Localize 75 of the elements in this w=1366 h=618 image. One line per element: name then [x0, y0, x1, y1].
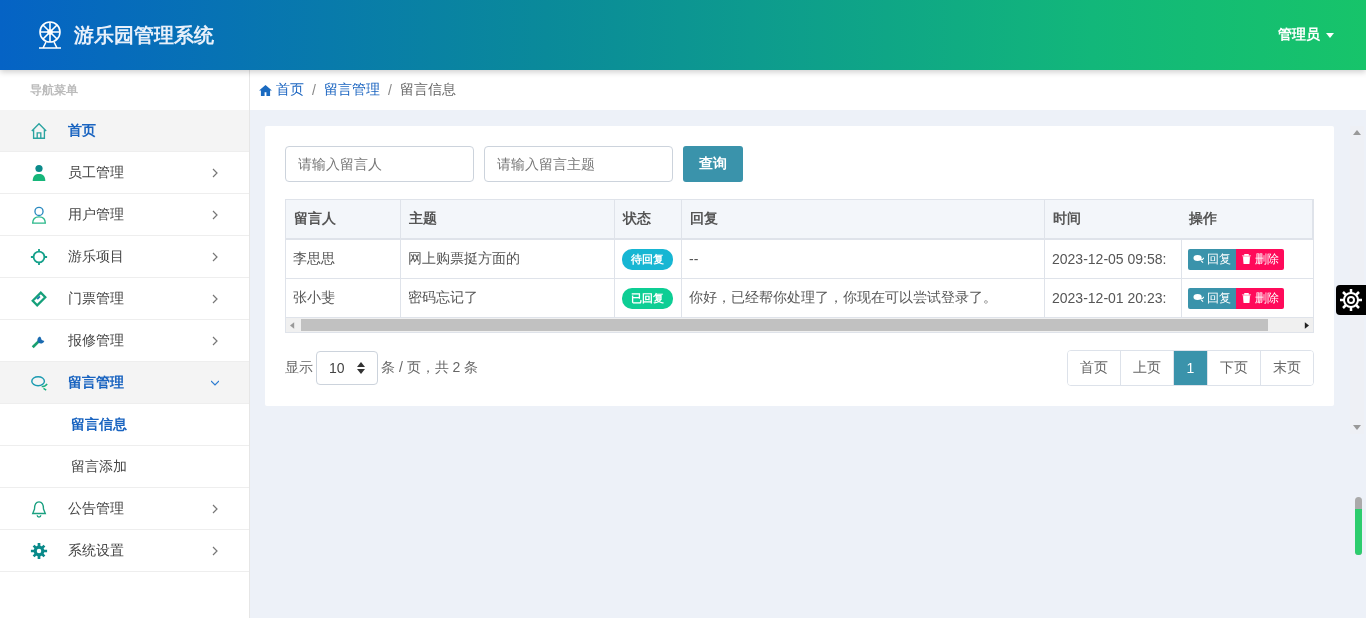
chevron-right-icon [211, 208, 219, 221]
home-icon [259, 84, 272, 96]
pagination-button[interactable]: 1 [1173, 351, 1207, 385]
table-cell: -- [681, 239, 1045, 279]
sidebar-heading: 导航菜单 [29, 82, 79, 99]
sort-arrows-icon [357, 362, 365, 374]
chat-icon [1192, 293, 1204, 303]
caret-icon [1326, 32, 1334, 38]
user-icon [30, 205, 48, 224]
scroll-up-icon [1353, 130, 1361, 135]
chevron-right-icon [211, 292, 219, 305]
table-cell: 你好，已经帮你处理了，你现在可以尝试登录了。 [681, 278, 1045, 318]
column-header: 操作 [1181, 200, 1313, 239]
sidebar-item[interactable]: 游乐项目 [0, 236, 249, 278]
column-header: 回复 [681, 200, 1045, 239]
breadcrumb-separator: / [387, 82, 392, 98]
home-icon [30, 121, 48, 140]
chat-icon [1192, 254, 1204, 264]
sidebar-item[interactable]: 留言管理 [0, 362, 249, 404]
horizontal-scrollbar[interactable] [286, 318, 1313, 332]
app-title: 游乐园管理系统 [74, 22, 214, 48]
page-summary: 条 / 页，共 2 条 [381, 359, 479, 377]
gear-icon [30, 541, 48, 560]
reply-button[interactable]: 回复 [1187, 287, 1236, 309]
search-field[interactable]: 请输入留言人 [285, 146, 474, 182]
table-cell: 密码忘记了 [400, 278, 615, 318]
table-cell: 2023-12-05 09:58: [1044, 239, 1181, 279]
ferris-wheel-icon [36, 20, 64, 50]
delete-button[interactable]: 删除 [1235, 287, 1284, 309]
scroll-right-icon [1304, 321, 1309, 329]
breadcrumb-link[interactable]: 留言管理 [323, 81, 380, 99]
column-header: 状态 [614, 200, 682, 239]
trash-icon [1240, 293, 1252, 303]
ticket-icon [30, 289, 48, 308]
chevron-right-icon [211, 334, 219, 347]
trash-icon [1240, 254, 1252, 264]
table-cell: 张小斐 [286, 278, 401, 318]
chevron-right-icon [211, 250, 219, 263]
breadcrumb-separator: / [312, 82, 316, 98]
chevron-right-icon [211, 544, 219, 557]
column-header: 主题 [400, 200, 615, 239]
show-label: 显示 [285, 359, 313, 377]
chat-icon [30, 373, 48, 392]
status-tag: 待回复 [622, 248, 673, 270]
status-tag: 已回复 [622, 287, 673, 309]
column-header: 时间 [1044, 200, 1181, 239]
reply-button[interactable]: 回复 [1187, 248, 1236, 270]
person-icon [30, 163, 48, 182]
chevron-right-icon [211, 502, 219, 515]
chevron-right-icon [211, 166, 219, 179]
scroll-left-icon [290, 321, 295, 329]
table-cell: 2023-12-01 20:23: [1044, 278, 1181, 318]
bell-icon [30, 499, 48, 518]
sidebar-item[interactable]: 用户管理 [0, 194, 249, 236]
pagination-button[interactable]: 末页 [1260, 351, 1313, 385]
sidebar-item[interactable]: 系统设置 [0, 530, 249, 572]
settings-button[interactable] [1336, 285, 1366, 315]
table-cell: 网上购票挺方面的 [400, 239, 615, 279]
sidebar-item[interactable]: 员工管理 [0, 152, 249, 194]
page-size-select[interactable]: 10 [316, 351, 378, 385]
sidebar-item[interactable]: 门票管理 [0, 278, 249, 320]
search-field[interactable]: 请输入留言主题 [484, 146, 673, 182]
query-button[interactable]: 查询 [683, 146, 743, 182]
sidebar-item[interactable]: 公告管理 [0, 488, 249, 530]
breadcrumb-link[interactable]: 首页 [276, 81, 304, 99]
breadcrumb-current: 留言信息 [399, 81, 456, 99]
sidebar-item[interactable]: 首页 [0, 110, 249, 152]
scroll-indicator [1355, 497, 1362, 555]
settings-icon [1339, 288, 1363, 312]
column-header: 留言人 [286, 200, 401, 239]
submenu-item[interactable]: 留言信息 [0, 404, 249, 446]
delete-button[interactable]: 删除 [1235, 248, 1284, 270]
submenu-item[interactable]: 留言添加 [0, 446, 249, 488]
scroll-down-icon [1353, 425, 1361, 430]
table-cell: 李思思 [286, 239, 401, 279]
